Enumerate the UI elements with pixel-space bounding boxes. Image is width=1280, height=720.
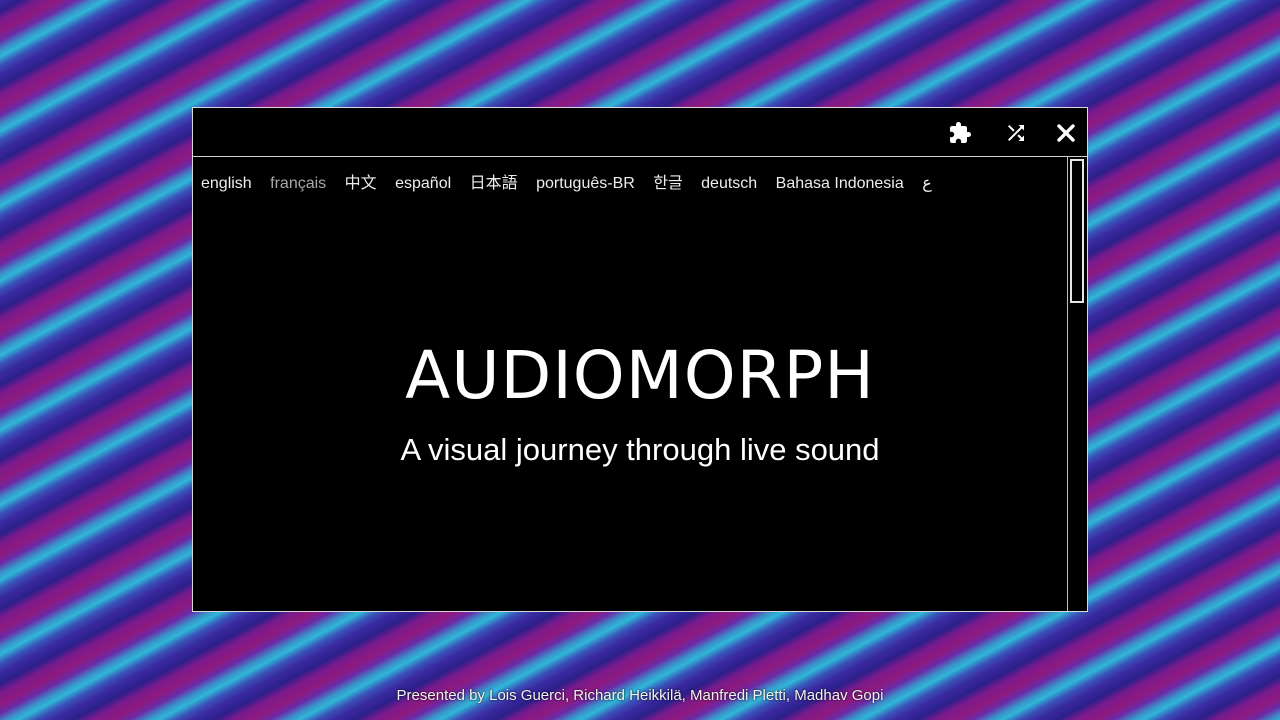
language-option-espanol[interactable]: español: [395, 175, 451, 192]
puzzle-button[interactable]: [947, 120, 973, 146]
language-option-arabic[interactable]: ع: [922, 175, 932, 192]
puzzle-icon: [948, 121, 972, 145]
scrollbar-thumb[interactable]: [1070, 159, 1084, 303]
language-option-portuguese-br[interactable]: português-BR: [536, 175, 635, 192]
language-option-english[interactable]: english: [201, 175, 252, 192]
app-title: AUDIOMORPH: [405, 337, 875, 414]
close-button[interactable]: [1053, 120, 1079, 146]
language-option-deutsch[interactable]: deutsch: [701, 175, 757, 192]
shuffle-icon: [1004, 121, 1028, 145]
credits-footer: Presented by Lois Guerci, Richard Heikki…: [396, 687, 884, 704]
language-option-chinese[interactable]: 中文: [345, 175, 377, 192]
content-scrollbar[interactable]: [1067, 157, 1087, 611]
language-option-korean[interactable]: 한글: [653, 175, 682, 192]
language-option-bahasa-indonesia[interactable]: Bahasa Indonesia: [776, 175, 904, 192]
shuffle-button[interactable]: [1003, 120, 1029, 146]
language-selector: english français 中文 español 日本語 portuguê…: [201, 169, 949, 193]
close-icon: [1056, 123, 1076, 143]
window-toolbar: [193, 108, 1087, 157]
language-option-francais[interactable]: français: [270, 175, 326, 192]
language-option-japanese[interactable]: 日本語: [470, 175, 518, 192]
intro-window: english français 中文 español 日本語 portuguê…: [192, 107, 1088, 612]
app-subtitle: A visual journey through live sound: [400, 432, 880, 467]
